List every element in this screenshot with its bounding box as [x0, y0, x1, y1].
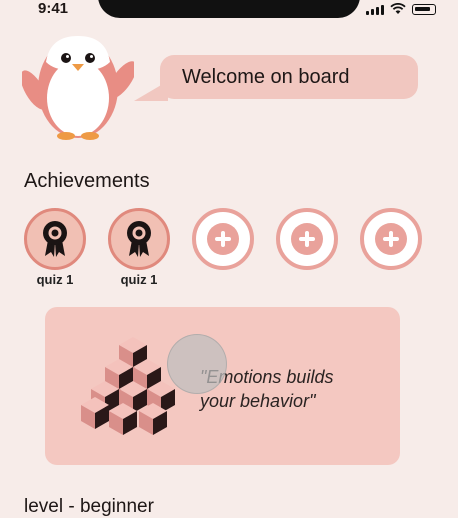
- status-time: 9:41: [38, 0, 69, 17]
- level-label: level - beginner: [24, 496, 154, 517]
- achievement-badge-quiz-1[interactable]: [108, 208, 170, 270]
- welcome-bubble: Welcome on board: [134, 55, 418, 101]
- penguin-mascot-icon: [22, 36, 134, 140]
- achievement-badge-quiz-1[interactable]: [24, 208, 86, 270]
- achievements-title: Achievements: [24, 170, 150, 192]
- plus-icon: [291, 223, 323, 255]
- achievement-caption: quiz 1: [36, 272, 74, 287]
- battery-icon: [412, 4, 436, 15]
- plus-icon: [207, 223, 239, 255]
- medal-icon: [127, 221, 151, 257]
- medal-icon: [43, 221, 67, 257]
- quote-card[interactable]: "Emotions builds your behavior": [45, 307, 400, 465]
- achievements-row: quiz 1 quiz 1: [24, 208, 434, 288]
- wifi-icon: [390, 3, 406, 14]
- achievement-caption: quiz 1: [120, 272, 158, 287]
- locked-achievement-slot[interactable]: [360, 208, 422, 270]
- device-notch: [98, 0, 360, 18]
- quote-line-2: your behavior": [200, 391, 316, 411]
- status-icons: [366, 3, 436, 15]
- signal-icon: [366, 5, 384, 15]
- welcome-message: Welcome on board: [182, 66, 350, 88]
- touch-indicator: [167, 334, 227, 394]
- locked-achievement-slot[interactable]: [192, 208, 254, 270]
- status-bar: 9:41: [0, 0, 458, 22]
- plus-icon: [375, 223, 407, 255]
- locked-achievement-slot[interactable]: [276, 208, 338, 270]
